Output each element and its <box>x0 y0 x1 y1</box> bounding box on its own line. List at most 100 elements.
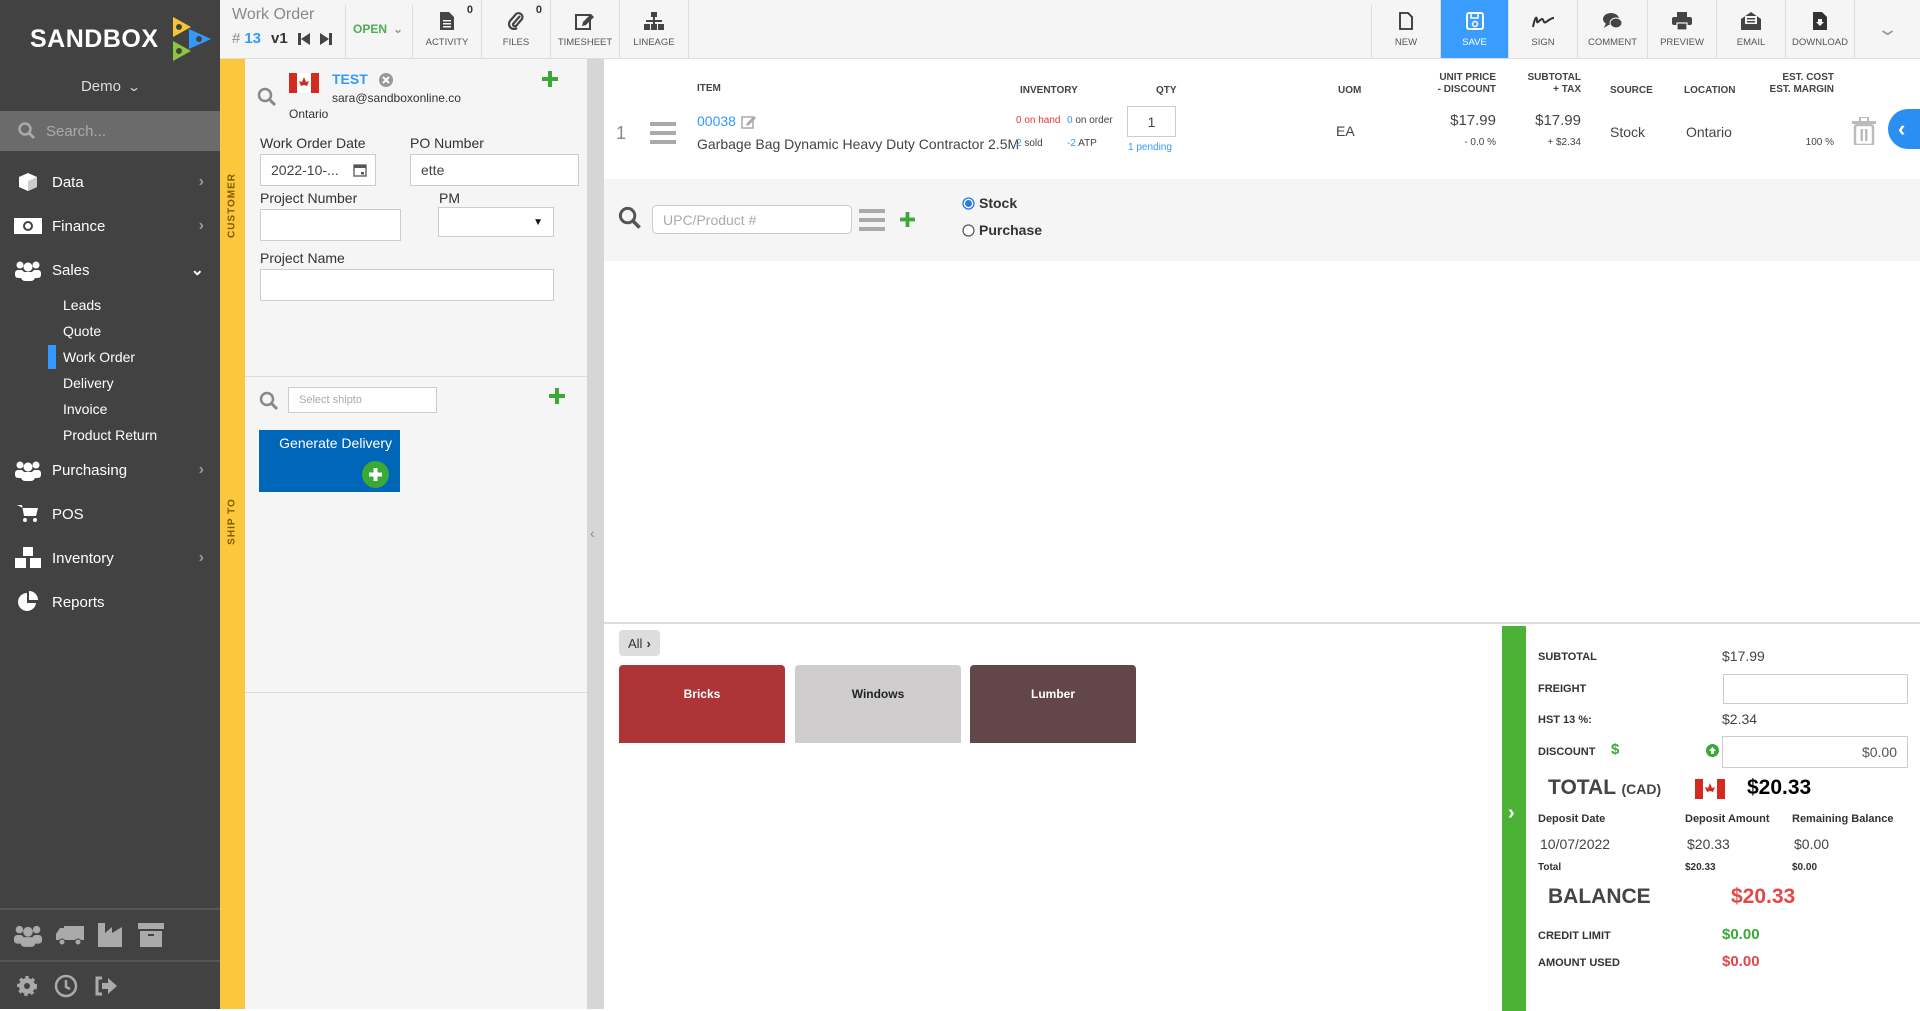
search-icon[interactable] <box>257 87 277 107</box>
pm-select[interactable]: ▼ <box>438 207 554 237</box>
logout-icon[interactable] <box>94 975 118 997</box>
customers-icon[interactable] <box>14 923 42 947</box>
email-button[interactable]: EMAIL <box>1717 0 1786 58</box>
archive-icon[interactable] <box>138 923 164 947</box>
status-dropdown[interactable]: OPEN ⌄ <box>353 22 403 36</box>
sidebar-item-label: POS <box>52 505 84 523</box>
calendar-icon[interactable] <box>353 163 367 177</box>
sidebar-item-pos[interactable]: POS <box>0 492 220 536</box>
sidebar-shortcuts <box>0 908 220 960</box>
on-order-stock: 0 on order <box>1067 115 1113 126</box>
add-customer-icon[interactable] <box>542 71 558 87</box>
gear-icon[interactable] <box>16 975 38 997</box>
clock-icon[interactable] <box>54 974 78 998</box>
download-button[interactable]: DOWNLOAD <box>1786 0 1855 58</box>
edit-item-icon[interactable] <box>741 114 757 129</box>
line-items-area: ITEM INVENTORY QTY UOM UNIT PRICE - DISCO… <box>604 59 1920 1011</box>
radio-unselected-icon <box>962 223 975 237</box>
subtotal-header: SUBTOTAL <box>1527 72 1581 83</box>
source-value: Stock <box>1610 124 1646 140</box>
sidebar-subitem-delivery[interactable]: Delivery <box>0 370 220 396</box>
sidebar-subitem-work-order[interactable]: Work Order <box>0 344 220 370</box>
remove-customer-icon[interactable] <box>379 73 393 87</box>
search-icon[interactable] <box>618 206 642 230</box>
project-number-field[interactable] <box>260 209 401 241</box>
discount-type-toggle[interactable]: $ <box>1611 741 1619 758</box>
category-breadcrumb-all[interactable]: All › <box>619 630 660 656</box>
drag-handle-icon[interactable] <box>650 122 676 144</box>
product-search-input[interactable]: UPC/Product # <box>652 205 852 234</box>
search-icon <box>18 122 36 140</box>
previous-record-icon[interactable] <box>297 32 310 45</box>
sidebar-subitem-quote[interactable]: Quote <box>0 318 220 344</box>
list-icon[interactable] <box>859 209 885 231</box>
remaining-balance-header: Remaining Balance <box>1792 813 1894 825</box>
pie-chart-icon <box>14 591 42 613</box>
work-order-date-field[interactable]: 2022-10-... <box>260 154 376 186</box>
sidebar-item-finance[interactable]: Finance › <box>0 204 220 248</box>
save-button[interactable]: SAVE <box>1441 0 1509 58</box>
sidebar-search-input[interactable]: Search... <box>46 123 106 140</box>
po-number-field[interactable]: ette <box>410 154 579 186</box>
category-tile-bricks[interactable]: Bricks <box>619 665 785 743</box>
canada-flag-icon <box>289 73 319 93</box>
purchase-radio[interactable]: Purchase <box>962 222 1042 238</box>
category-tile-windows[interactable]: Windows <box>795 665 961 743</box>
trash-icon[interactable] <box>1852 117 1876 145</box>
shipto-select[interactable]: Select shipto <box>288 387 437 413</box>
sidebar-subitem-product-return[interactable]: Product Return <box>0 422 220 448</box>
column-header-inventory: INVENTORY <box>1020 85 1078 96</box>
chevron-down-icon: ⌄ <box>126 80 142 94</box>
add-product-icon[interactable] <box>900 212 915 227</box>
sidebar-item-data[interactable]: Data › <box>0 160 220 204</box>
unit-price-value[interactable]: $17.99 <box>1416 112 1496 129</box>
stock-radio[interactable]: Stock <box>962 195 1017 211</box>
canada-flag-icon <box>1695 779 1725 799</box>
work-order-number: 13 <box>244 30 262 47</box>
sign-button[interactable]: SIGN <box>1509 0 1578 58</box>
quantity-field[interactable]: 1 <box>1127 106 1176 137</box>
freight-field[interactable] <box>1723 674 1908 704</box>
category-tile-lumber[interactable]: Lumber <box>970 665 1136 743</box>
preview-button[interactable]: PREVIEW <box>1648 0 1717 58</box>
chevron-left-icon: ‹ <box>1898 116 1906 141</box>
panel-splitter[interactable]: ‹ <box>587 59 604 1009</box>
collapse-left-icon[interactable]: ‹ <box>590 525 595 541</box>
tax-label: HST 13 %: <box>1538 714 1592 726</box>
generate-delivery-button[interactable]: Generate Delivery <box>259 430 400 492</box>
new-button[interactable]: NEW <box>1372 0 1441 58</box>
activity-button[interactable]: 0 ACTIVITY <box>413 0 482 58</box>
customer-name-link[interactable]: TEST <box>332 71 368 87</box>
comment-button[interactable]: COMMENT <box>1578 0 1648 58</box>
sidebar-item-purchasing[interactable]: Purchasing › <box>0 448 220 492</box>
files-button[interactable]: 0 FILES <box>482 0 551 58</box>
search-icon[interactable] <box>259 391 279 411</box>
sold-stock: 2 sold <box>1016 138 1043 149</box>
next-record-icon[interactable] <box>319 32 332 45</box>
sidebar-subitem-invoice[interactable]: Invoice <box>0 396 220 422</box>
truck-icon[interactable] <box>56 924 84 946</box>
factory-icon[interactable] <box>98 923 124 947</box>
sidebar-search[interactable]: Search... <box>0 111 220 151</box>
expand-details-button[interactable]: ‹ <box>1888 109 1920 149</box>
more-actions-button[interactable]: ⌄ <box>1855 0 1920 58</box>
est-margin-header: EST. MARGIN <box>1769 84 1834 95</box>
add-shipto-icon[interactable] <box>549 388 565 404</box>
customer-panel: Ontario TEST sara@sandboxonline.co Work … <box>245 59 587 1009</box>
lineage-button[interactable]: LINEAGE <box>620 0 689 58</box>
item-code-link[interactable]: 00038 <box>697 113 736 129</box>
sidebar-subitem-leads[interactable]: Leads <box>0 292 220 318</box>
summary-toggle-bar[interactable]: › <box>1502 626 1526 1011</box>
account-switcher[interactable]: Demo ⌄ <box>0 78 220 95</box>
logo[interactable]: SANDBOX <box>30 14 213 64</box>
timesheet-button[interactable]: TIMESHEET <box>551 0 620 58</box>
sidebar-item-inventory[interactable]: Inventory › <box>0 536 220 580</box>
discount-field[interactable]: $0.00 <box>1722 736 1908 768</box>
purchase-label: Purchase <box>979 222 1043 238</box>
sidebar-item-reports[interactable]: Reports <box>0 580 220 624</box>
chevron-right-icon[interactable]: › <box>1508 802 1515 825</box>
sidebar-item-sales[interactable]: Sales ⌄ <box>0 248 220 292</box>
project-name-label: Project Name <box>260 250 345 266</box>
project-name-field[interactable] <box>260 269 554 301</box>
upload-circle-icon[interactable] <box>1706 744 1719 757</box>
